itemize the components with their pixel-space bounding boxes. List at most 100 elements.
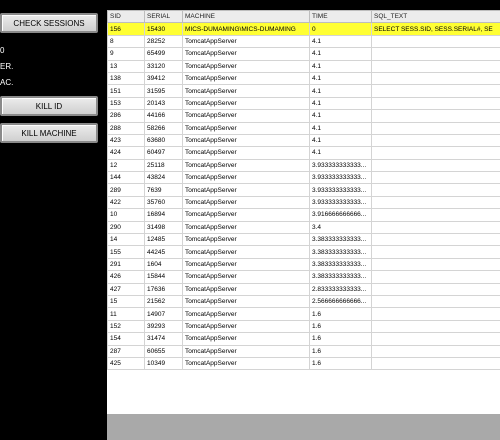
cell-machine[interactable]: TomcatAppServer [182, 109, 310, 123]
cell-sid[interactable]: 144 [107, 171, 145, 185]
table-row[interactable]: 151 31595 TomcatAppServer 4.1 [107, 84, 500, 98]
cell-serial[interactable]: 44166 [144, 109, 183, 123]
cell-time[interactable]: 4.1 [309, 133, 372, 148]
cell-machine[interactable]: TomcatAppServer [182, 34, 310, 49]
table-row[interactable]: 289 7639 TomcatAppServer 3.933333333333... [107, 183, 500, 197]
cell-sid[interactable]: 13 [107, 59, 145, 73]
cell-machine[interactable]: TomcatAppServer [182, 282, 310, 297]
cell-sql-text[interactable] [371, 220, 500, 235]
column-header-serial[interactable]: SERIAL [144, 10, 183, 24]
cell-serial[interactable]: 17636 [144, 282, 183, 297]
cell-serial[interactable]: 31474 [144, 332, 183, 346]
table-row[interactable]: 286 44166 TomcatAppServer 4.1 [107, 109, 500, 123]
cell-sid[interactable]: 427 [107, 282, 145, 297]
table-row[interactable]: 8 28252 TomcatAppServer 4.1 [107, 34, 500, 49]
sessions-grid[interactable]: SID SERIAL MACHINE TIME SQL_TEXT 156 1543… [107, 10, 500, 414]
cell-time[interactable]: 3.916666666666... [309, 208, 372, 222]
cell-machine[interactable]: TomcatAppServer [182, 146, 310, 160]
cell-sid[interactable]: 422 [107, 195, 145, 210]
cell-machine[interactable]: TomcatAppServer [182, 71, 310, 86]
cell-machine[interactable]: TomcatAppServer [182, 257, 310, 272]
cell-sql-text[interactable] [371, 270, 500, 284]
cell-serial[interactable]: 31595 [144, 84, 183, 98]
cell-sql-text[interactable] [371, 208, 500, 222]
cell-machine[interactable]: TomcatAppServer [182, 158, 310, 173]
table-row[interactable]: 13 33120 TomcatAppServer 4.1 [107, 59, 500, 73]
table-row[interactable]: 288 58266 TomcatAppServer 4.1 [107, 121, 500, 135]
cell-time[interactable]: 3.933333333333... [309, 171, 372, 185]
cell-machine[interactable]: TomcatAppServer [182, 59, 310, 73]
cell-serial[interactable]: 16894 [144, 208, 183, 222]
cell-time[interactable]: 1.6 [309, 344, 372, 358]
cell-serial[interactable]: 31498 [144, 220, 183, 235]
cell-sid[interactable]: 11 [107, 307, 145, 321]
cell-serial[interactable]: 60497 [144, 146, 183, 160]
cell-time[interactable]: 1.6 [309, 319, 372, 334]
cell-serial[interactable]: 35760 [144, 195, 183, 210]
cell-machine[interactable]: TomcatAppServer [182, 96, 310, 111]
table-row[interactable]: 9 65499 TomcatAppServer 4.1 [107, 47, 500, 61]
cell-sid[interactable]: 286 [107, 109, 145, 123]
cell-sql-text[interactable] [371, 146, 500, 160]
cell-time[interactable]: 1.6 [309, 307, 372, 321]
table-row[interactable]: 424 60497 TomcatAppServer 4.1 [107, 146, 500, 160]
cell-serial[interactable]: 60655 [144, 344, 183, 358]
cell-sql-text[interactable] [371, 109, 500, 123]
cell-serial[interactable]: 14907 [144, 307, 183, 321]
column-header-sid[interactable]: SID [107, 10, 145, 24]
cell-sql-text[interactable] [371, 171, 500, 185]
cell-sid[interactable]: 10 [107, 208, 145, 222]
cell-sql-text[interactable] [371, 294, 500, 309]
cell-time[interactable]: 4.1 [309, 121, 372, 135]
cell-machine[interactable]: TomcatAppServer [182, 344, 310, 358]
check-sessions-button[interactable]: CHECK SESSIONS [0, 13, 98, 33]
cell-sid[interactable]: 153 [107, 96, 145, 111]
table-row[interactable]: 14 12485 TomcatAppServer 3.383333333333... [107, 233, 500, 247]
column-header-sql-text[interactable]: SQL_TEXT [371, 10, 500, 24]
cell-time[interactable]: 2.833333333333... [309, 282, 372, 297]
cell-sql-text[interactable] [371, 71, 500, 86]
cell-time[interactable]: 3.383333333333... [309, 270, 372, 284]
kill-machine-button[interactable]: KILL MACHINE [0, 123, 98, 143]
cell-time[interactable]: 4.1 [309, 34, 372, 49]
cell-sql-text[interactable] [371, 121, 500, 135]
cell-serial[interactable]: 21562 [144, 294, 183, 309]
table-row[interactable]: 153 20143 TomcatAppServer 4.1 [107, 96, 500, 111]
cell-sid[interactable]: 9 [107, 47, 145, 61]
cell-serial[interactable]: 65499 [144, 47, 183, 61]
table-row[interactable]: 138 39412 TomcatAppServer 4.1 [107, 71, 500, 86]
cell-time[interactable]: 3.383333333333... [309, 257, 372, 272]
cell-sid[interactable]: 288 [107, 121, 145, 135]
cell-sid[interactable]: 12 [107, 158, 145, 173]
table-row[interactable]: 154 31474 TomcatAppServer 1.6 [107, 332, 500, 346]
table-row[interactable]: 152 39293 TomcatAppServer 1.6 [107, 319, 500, 334]
cell-sid[interactable]: 14 [107, 233, 145, 247]
table-row[interactable]: 291 1604 TomcatAppServer 3.383333333333... [107, 257, 500, 272]
cell-sql-text[interactable] [371, 133, 500, 148]
cell-time[interactable]: 4.1 [309, 84, 372, 98]
cell-sid[interactable]: 151 [107, 84, 145, 98]
cell-serial[interactable]: 63680 [144, 133, 183, 148]
cell-time[interactable]: 3.933333333333... [309, 158, 372, 173]
cell-serial[interactable]: 58266 [144, 121, 183, 135]
cell-sql-text[interactable] [371, 319, 500, 334]
cell-machine[interactable]: TomcatAppServer [182, 171, 310, 185]
cell-sql-text[interactable] [371, 34, 500, 49]
cell-serial[interactable]: 33120 [144, 59, 183, 73]
cell-machine[interactable]: TomcatAppServer [182, 183, 310, 197]
cell-sid[interactable]: 156 [107, 22, 145, 36]
cell-machine[interactable]: TomcatAppServer [182, 133, 310, 148]
cell-sql-text[interactable] [371, 245, 500, 259]
cell-machine[interactable]: TomcatAppServer [182, 245, 310, 259]
cell-time[interactable]: 4.1 [309, 146, 372, 160]
cell-sid[interactable]: 8 [107, 34, 145, 49]
cell-sid[interactable]: 154 [107, 332, 145, 346]
table-row[interactable]: 287 60655 TomcatAppServer 1.6 [107, 344, 500, 358]
column-header-time[interactable]: TIME [309, 10, 372, 24]
cell-machine[interactable]: TomcatAppServer [182, 195, 310, 210]
cell-machine[interactable]: TomcatAppServer [182, 84, 310, 98]
cell-time[interactable]: 3.4 [309, 220, 372, 235]
cell-machine[interactable]: TomcatAppServer [182, 47, 310, 61]
cell-serial[interactable]: 1604 [144, 257, 183, 272]
cell-time[interactable]: 3.933333333333... [309, 183, 372, 197]
